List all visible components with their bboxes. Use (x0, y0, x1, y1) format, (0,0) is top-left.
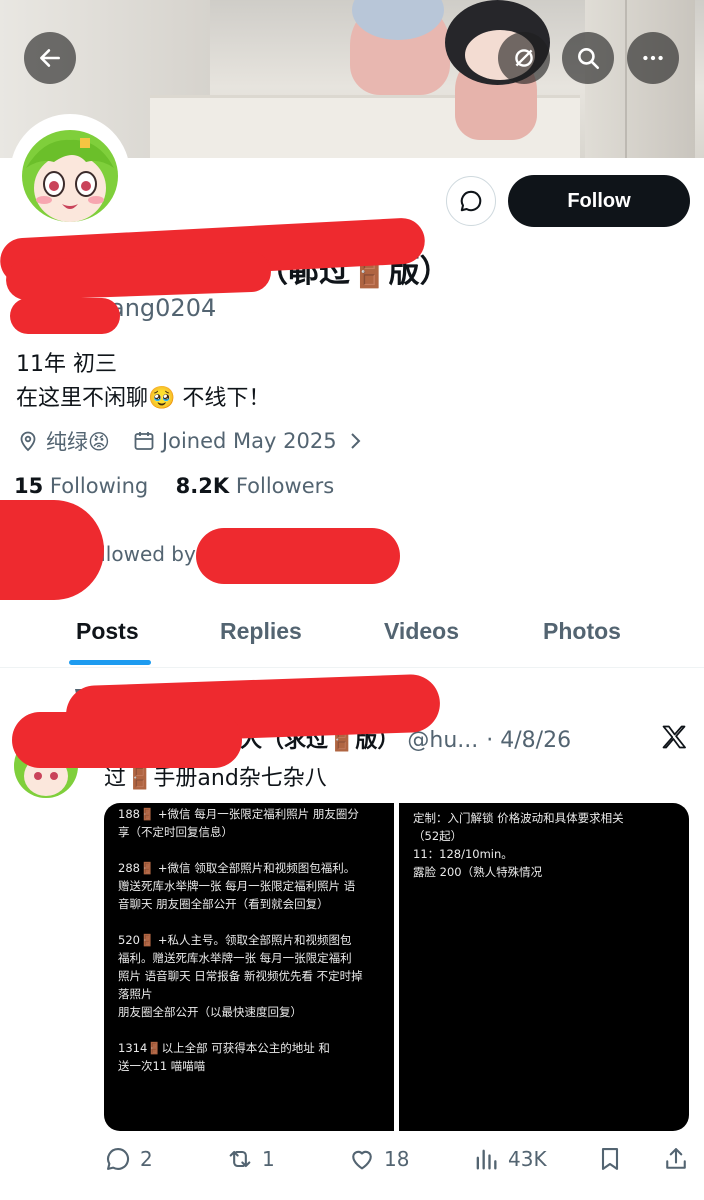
media-right-line: （52起） (413, 829, 463, 843)
repost-button[interactable]: 1 (226, 1145, 275, 1173)
media-left-line: 520🚪 +私人主号。领取全部照片和视频图包 (118, 933, 352, 947)
redaction-mark (5, 251, 272, 301)
media-left-line: 福利。赠送死库水举牌一张 每月一张限定福利 (118, 951, 352, 965)
search-button[interactable] (562, 32, 614, 84)
media-left-line: 照片 语音聊天 日常报备 新视频优先看 不定时掉 (118, 969, 363, 983)
more-button[interactable] (627, 32, 679, 84)
media-left-line: 赠送死库水举牌一张 每月一张限定福利照片 语 (118, 879, 356, 893)
like-count: 18 (384, 1147, 410, 1171)
media-left-line: 音聊天 朋友圈全部公开（看到就会回复） (118, 897, 329, 911)
share-button[interactable] (662, 1145, 698, 1173)
grok-button[interactable] (498, 32, 550, 84)
location-text: 纯绿😡 (46, 430, 110, 454)
active-tab-indicator (69, 660, 151, 665)
follow-stats: 15 Following 8.2K Followers (14, 474, 334, 498)
post-image-left[interactable]: 188🚪 +微信 每月一张限定福利照片 朋友圈分 享（不定时回复信息） 288🚪 … (104, 803, 394, 1131)
more-icon (643, 55, 663, 61)
reply-button[interactable]: 2 (104, 1145, 153, 1173)
follow-button[interactable]: Follow (508, 175, 690, 227)
reply-count: 2 (140, 1147, 153, 1171)
message-button[interactable] (446, 176, 496, 226)
chevron-right-icon[interactable] (343, 429, 367, 453)
tab-videos[interactable]: Videos (384, 618, 459, 645)
media-left-line: 188🚪 +微信 每月一张限定福利照片 朋友圈分 (118, 807, 359, 821)
media-left-line: 送一次11 喵喵喵 (118, 1059, 206, 1073)
media-left-line: 288🚪 +微信 领取全部照片和视频图包福利。 (118, 861, 356, 875)
tab-photos[interactable]: Photos (543, 618, 621, 645)
post-actions: 2 1 18 43K (0, 1145, 704, 1179)
repost-icon (229, 1150, 251, 1168)
media-right-line: 露脸 200（熟人特殊情况 (413, 865, 543, 879)
post-author-handle[interactable]: @hu... (407, 728, 478, 753)
repost-count: 1 (262, 1147, 275, 1171)
calendar-icon (132, 429, 156, 453)
bookmark-button[interactable] (596, 1145, 632, 1173)
redaction-mark (0, 500, 104, 600)
media-right-line: 11：128/10min。 (413, 847, 513, 861)
views-count: 43K (508, 1147, 547, 1171)
x-logo-icon (662, 725, 686, 749)
tab-replies[interactable]: Replies (220, 618, 302, 645)
back-button[interactable] (24, 32, 76, 84)
bio-line-1: 11年 初三 (16, 352, 117, 377)
post-image-right[interactable]: 定制：入门解锁 价格波动和具体要求相关 （52起） 11：128/10min。露脸 … (399, 803, 689, 1131)
redaction-mark (12, 712, 242, 768)
location-icon (16, 429, 40, 453)
chat-bubble-icon (460, 190, 482, 212)
media-left-line: 享（不定时回复信息） (118, 825, 233, 839)
profile-meta: 纯绿😡 Joined May 2025 (16, 426, 373, 456)
bio-line-2: 在这里不闲聊🥹 不线下！ (16, 386, 271, 411)
media-left-line (104, 913, 394, 931)
like-button[interactable]: 18 (348, 1145, 409, 1173)
media-left-line: 落照片 (118, 987, 153, 1001)
joined-text: Joined May 2025 (161, 429, 337, 453)
profile-avatar[interactable] (10, 114, 130, 234)
bookmark-icon (601, 1148, 619, 1170)
media-left-line (104, 841, 394, 859)
reply-icon (107, 1148, 130, 1170)
views-icon (476, 1149, 497, 1170)
redaction-mark (196, 528, 400, 584)
media-left-line: 1314🚪以上全部 可获得本公主的地址 和 (118, 1041, 330, 1055)
media-left-line (104, 1021, 394, 1039)
profile-bio: 11年 初三 在这里不闲聊🥹 不线下！ (16, 348, 270, 416)
profile-tabs: Posts Replies Videos Photos (0, 606, 704, 668)
media-right-line: 定制：入门解锁 价格波动和具体要求相关 (413, 811, 624, 825)
search-icon (578, 48, 600, 70)
post-date[interactable]: · 4/8/26 (486, 728, 571, 753)
arrow-left-icon (40, 49, 60, 67)
share-icon (666, 1148, 686, 1169)
media-left-line: 朋友圈全部公开（以最快速度回复） (118, 1005, 302, 1019)
slash-circle-icon (515, 49, 533, 67)
following-link[interactable]: 15 Following (14, 474, 148, 498)
tab-posts[interactable]: Posts (76, 618, 139, 645)
heart-icon (352, 1150, 372, 1170)
views-button[interactable]: 43K (472, 1145, 547, 1173)
followers-link[interactable]: 8.2K Followers (176, 474, 335, 498)
redaction-mark (10, 298, 120, 334)
